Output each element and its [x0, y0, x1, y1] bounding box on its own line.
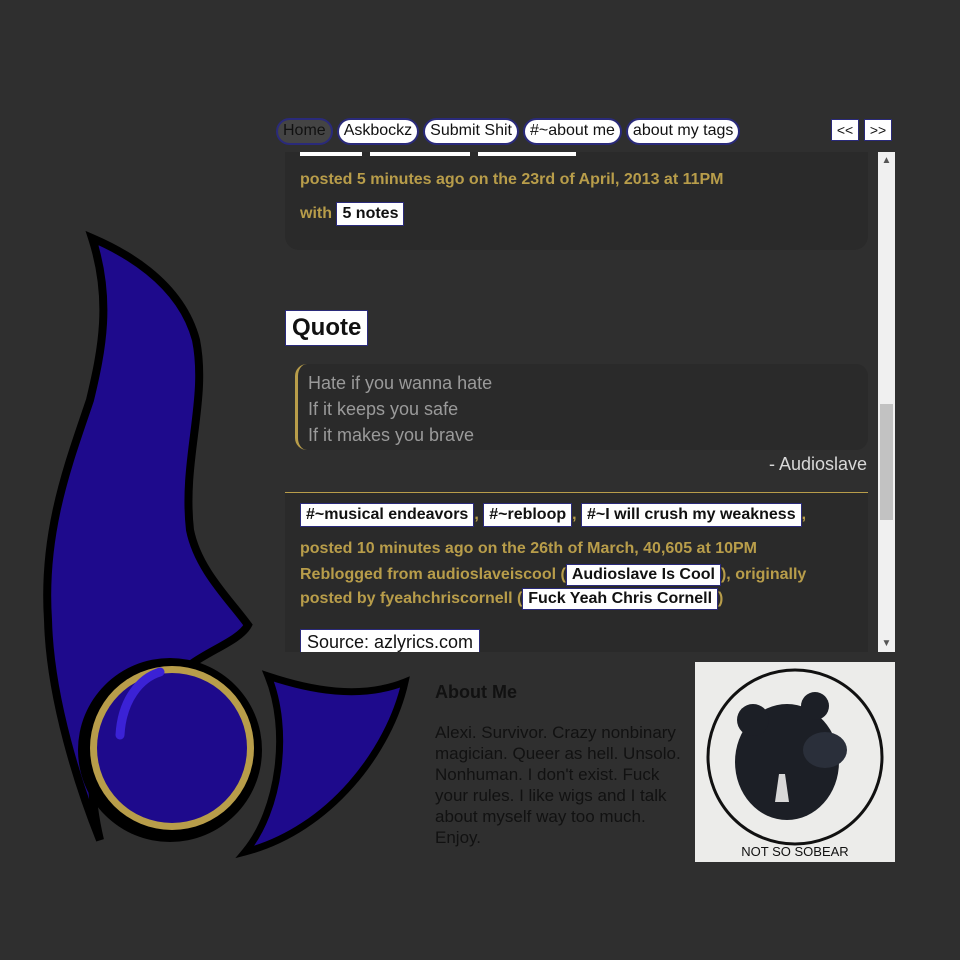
post-date: posted 10 minutes ago on the 26th of Mar…	[300, 540, 758, 557]
reblog-info: Reblogged from audioslaveiscool (Audiosl…	[300, 563, 860, 611]
logo-wing-shape	[235, 670, 410, 859]
quote-source: - Audioslave	[768, 454, 867, 474]
origin-source-link[interactable]: Fuck Yeah Chris Cornell	[522, 588, 719, 610]
post-notes-row: with 5 notes	[300, 202, 405, 226]
bear-illustration: NOT SO SOBEAR	[706, 668, 884, 859]
scrollbar-thumb[interactable]	[880, 404, 893, 520]
profile-image: NOT SO SOBEAR	[695, 662, 895, 862]
scroll-up-arrow-icon[interactable]: ▲	[878, 152, 895, 169]
nav-ask[interactable]: Askbockz	[336, 118, 420, 145]
nav-about-tags[interactable]: about my tags	[625, 118, 741, 145]
next-page-button[interactable]: >>	[864, 119, 892, 141]
quote-line: If it makes you brave	[308, 425, 475, 445]
top-navigation: Home Askbockz Submit Shit #~about me abo…	[276, 118, 741, 145]
post-date: posted 5 minutes ago on the 23rd of Apri…	[300, 171, 724, 188]
nav-about-me[interactable]: #~about me	[522, 118, 622, 145]
tag-clipped	[370, 152, 470, 156]
tag-rebloop[interactable]: #~rebloop	[483, 503, 573, 527]
nav-submit[interactable]: Submit Shit	[423, 118, 519, 145]
source-link[interactable]: Source: azlyrics.com	[300, 629, 481, 652]
quote-line: Hate if you wanna hate	[308, 373, 493, 393]
reblog-source-link[interactable]: Audioslave Is Cool	[565, 564, 721, 586]
tag-clipped	[478, 152, 576, 156]
tag-clipped	[300, 152, 362, 156]
prev-page-button[interactable]: <<	[831, 119, 859, 141]
quote-line: If it keeps you safe	[308, 399, 459, 419]
nav-home[interactable]: Home	[276, 118, 333, 145]
logo-orb	[97, 673, 247, 823]
post-type-label: Quote	[285, 310, 369, 346]
post-card: posted 5 minutes ago on the 23rd of Apri…	[285, 152, 868, 250]
tag-musical-endeavors[interactable]: #~musical endeavors	[300, 503, 475, 527]
quote-text-box: Hate if you wanna hate If it keeps you s…	[295, 364, 868, 450]
image-caption: NOT SO SOBEAR	[741, 844, 848, 859]
scroll-down-arrow-icon[interactable]: ▼	[878, 635, 895, 652]
post-footer: #~musical endeavors, #~rebloop, #~I will…	[285, 493, 868, 652]
reblog-suffix: )	[718, 590, 724, 607]
posts-scroll-pane[interactable]: posted 5 minutes ago on the 23rd of Apri…	[285, 152, 895, 652]
post-tags-clipped	[300, 152, 576, 156]
reblog-prefix: Reblogged from audioslaveiscool (	[300, 566, 566, 583]
scrollbar[interactable]: ▲ ▼	[878, 152, 895, 652]
pagination: << >>	[831, 119, 892, 141]
notes-link[interactable]: 5 notes	[336, 202, 405, 226]
notes-prefix: with	[300, 205, 332, 222]
about-description: Alexi. Survivor. Crazy nonbinary magicia…	[435, 723, 681, 847]
post-tags: #~musical endeavors, #~rebloop, #~I will…	[300, 503, 806, 527]
tag-crush-weakness[interactable]: #~I will crush my weakness	[581, 503, 802, 527]
about-title: About Me	[435, 682, 517, 702]
